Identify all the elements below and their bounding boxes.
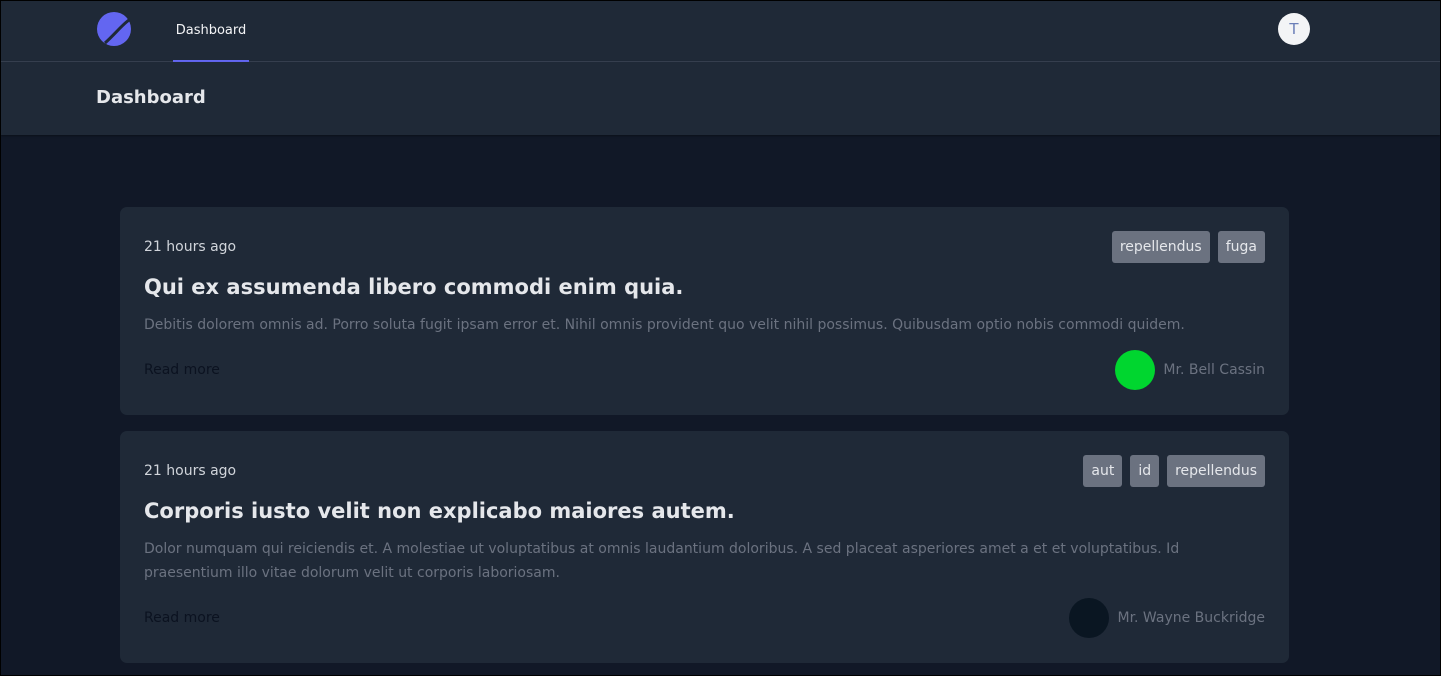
tag-badge[interactable]: repellendus (1167, 455, 1265, 487)
post-title[interactable]: Qui ex assumenda libero commodi enim qui… (144, 275, 683, 299)
read-more-link[interactable]: Read more (144, 610, 220, 626)
post-title[interactable]: Corporis iusto velit non explicabo maior… (144, 499, 735, 523)
author-name: Mr. Wayne Buckridge (1117, 610, 1265, 626)
author-name: Mr. Bell Cassin (1163, 362, 1265, 378)
post-timestamp: 21 hours ago (144, 463, 237, 479)
post-card: 21 hours ago aut id repellendus Corporis… (120, 431, 1289, 663)
post-author[interactable]: Mr. Wayne Buckridge (1069, 598, 1265, 638)
tag-badge[interactable]: aut (1083, 455, 1123, 487)
tag-badge[interactable]: id (1130, 455, 1160, 487)
tag-badge[interactable]: repellendus (1111, 231, 1210, 263)
post-card: 21 hours ago repellendus fuga Qui ex ass… (120, 207, 1289, 415)
tag-badge[interactable]: fuga (1217, 231, 1265, 263)
user-avatar[interactable]: T (1278, 13, 1310, 45)
page-header: Dashboard (1, 62, 1440, 135)
author-avatar (1069, 598, 1110, 638)
app-logo-icon[interactable] (96, 11, 132, 47)
read-more-link[interactable]: Read more (144, 362, 220, 378)
post-excerpt: Debitis dolorem omnis ad. Porro soluta f… (144, 317, 1185, 333)
post-meta-row: 21 hours ago repellendus fuga (144, 231, 1265, 263)
tag-list: repellendus fuga (1111, 231, 1265, 263)
top-navigation: Dashboard T (1, 1, 1440, 62)
author-avatar (1115, 350, 1156, 390)
nav-tab-dashboard[interactable]: Dashboard (173, 1, 249, 62)
post-meta-row: 21 hours ago aut id repellendus (144, 455, 1265, 487)
tag-list: aut id repellendus (1083, 455, 1265, 487)
app-window: Dashboard T Dashboard 21 hours ago repel… (0, 0, 1441, 676)
post-excerpt: Dolor numquam qui reiciendis et. A moles… (144, 541, 1180, 581)
post-author[interactable]: Mr. Bell Cassin (1115, 350, 1265, 390)
post-timestamp: 21 hours ago (144, 239, 237, 255)
page-title: Dashboard (96, 87, 206, 108)
